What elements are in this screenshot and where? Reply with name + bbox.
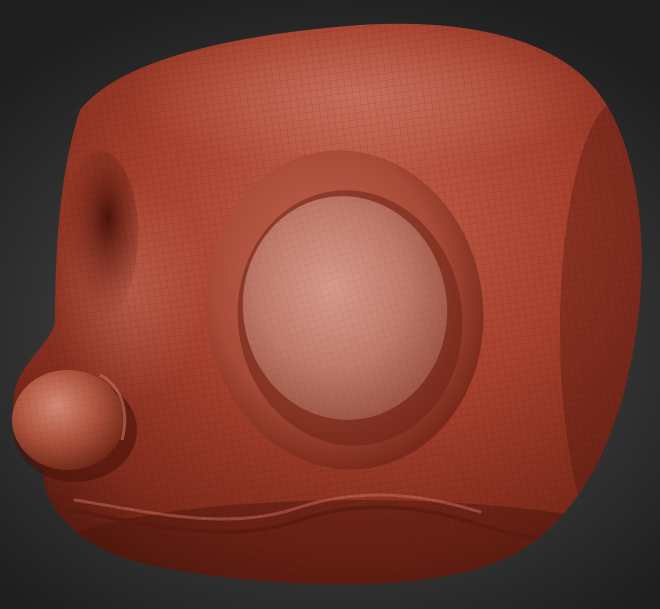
sculpt-canvas[interactable]: [0, 0, 660, 609]
nose-wire: [12, 370, 124, 470]
sculpt-viewport[interactable]: [0, 0, 660, 609]
creature-head-model[interactable]: [0, 0, 660, 609]
